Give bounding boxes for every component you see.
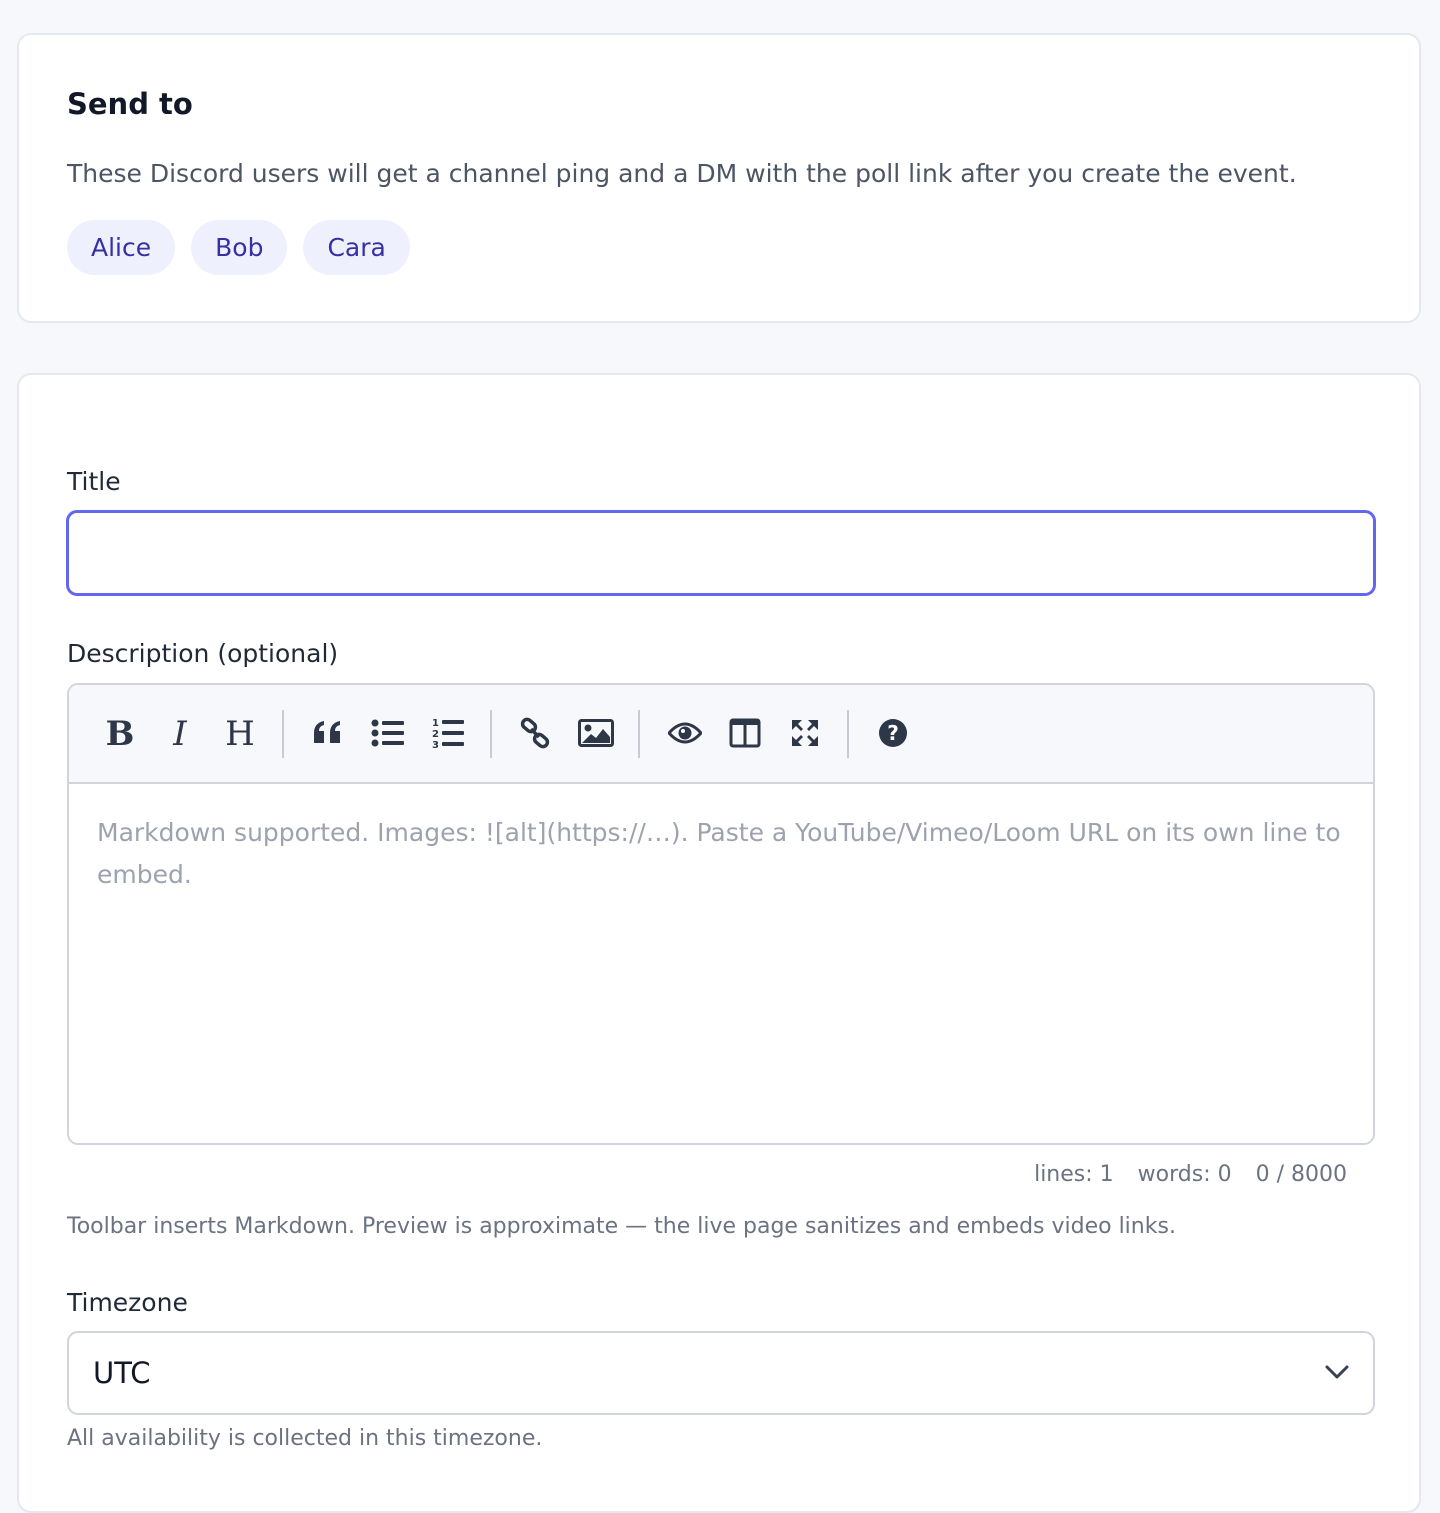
editor-toolbar: B I H 1 2 3 ? bbox=[69, 685, 1373, 784]
line-count: lines: 1 bbox=[1034, 1162, 1114, 1187]
preview-icon[interactable] bbox=[663, 711, 707, 755]
unordered-list-icon[interactable] bbox=[366, 711, 410, 755]
editor-statusbar: lines: 1 words: 0 0 / 8000 bbox=[1034, 1162, 1347, 1187]
timezone-help-text: All availability is collected in this ti… bbox=[67, 1426, 543, 1451]
markdown-editor: B I H 1 2 3 ? Markdown supported. Images… bbox=[67, 683, 1375, 1145]
toolbar-separator bbox=[282, 710, 284, 758]
title-input[interactable] bbox=[66, 510, 1376, 596]
event-form-card: Title Description (optional) B I H 1 2 3… bbox=[17, 373, 1421, 1513]
link-icon[interactable] bbox=[513, 711, 557, 755]
title-label: Title bbox=[67, 467, 121, 496]
toolbar-separator bbox=[638, 710, 640, 758]
svg-text:B: B bbox=[106, 717, 135, 749]
timezone-select[interactable]: UTC bbox=[67, 1331, 1375, 1415]
help-icon[interactable]: ? bbox=[871, 711, 915, 755]
timezone-label: Timezone bbox=[67, 1288, 188, 1317]
character-count: 0 / 8000 bbox=[1255, 1162, 1347, 1187]
timezone-selected-value: UTC bbox=[93, 1356, 151, 1390]
svg-text:H: H bbox=[225, 717, 255, 749]
bold-icon[interactable]: B bbox=[98, 711, 142, 755]
description-editor-input[interactable]: Markdown supported. Images: ![alt](https… bbox=[69, 782, 1373, 1143]
svg-text:?: ? bbox=[887, 721, 899, 745]
toolbar-separator bbox=[490, 710, 492, 758]
heading-icon[interactable]: H bbox=[218, 711, 262, 755]
svg-text:1: 1 bbox=[432, 718, 439, 729]
svg-text:2: 2 bbox=[432, 729, 439, 740]
send-to-card: Send to These Discord users will get a c… bbox=[17, 33, 1421, 323]
fullscreen-icon[interactable] bbox=[783, 711, 827, 755]
quote-icon[interactable] bbox=[306, 711, 350, 755]
send-to-description: These Discord users will get a channel p… bbox=[67, 159, 1297, 188]
side-by-side-icon[interactable] bbox=[723, 711, 767, 755]
send-to-title: Send to bbox=[67, 87, 193, 121]
svg-text:3: 3 bbox=[432, 740, 439, 749]
recipient-chip: Cara bbox=[303, 220, 410, 275]
svg-text:I: I bbox=[172, 717, 187, 749]
ordered-list-icon[interactable]: 1 2 3 bbox=[426, 711, 470, 755]
word-count: words: 0 bbox=[1137, 1162, 1232, 1187]
recipient-chip: Alice bbox=[67, 220, 176, 275]
editor-help-text: Toolbar inserts Markdown. Preview is app… bbox=[67, 1214, 1176, 1239]
recipient-list: Alice Bob Cara bbox=[67, 220, 410, 275]
chevron-down-icon bbox=[1325, 1364, 1349, 1383]
description-label: Description (optional) bbox=[67, 639, 339, 668]
image-icon[interactable] bbox=[574, 711, 618, 755]
italic-icon[interactable]: I bbox=[158, 711, 202, 755]
recipient-chip: Bob bbox=[191, 220, 288, 275]
toolbar-separator bbox=[847, 710, 849, 758]
